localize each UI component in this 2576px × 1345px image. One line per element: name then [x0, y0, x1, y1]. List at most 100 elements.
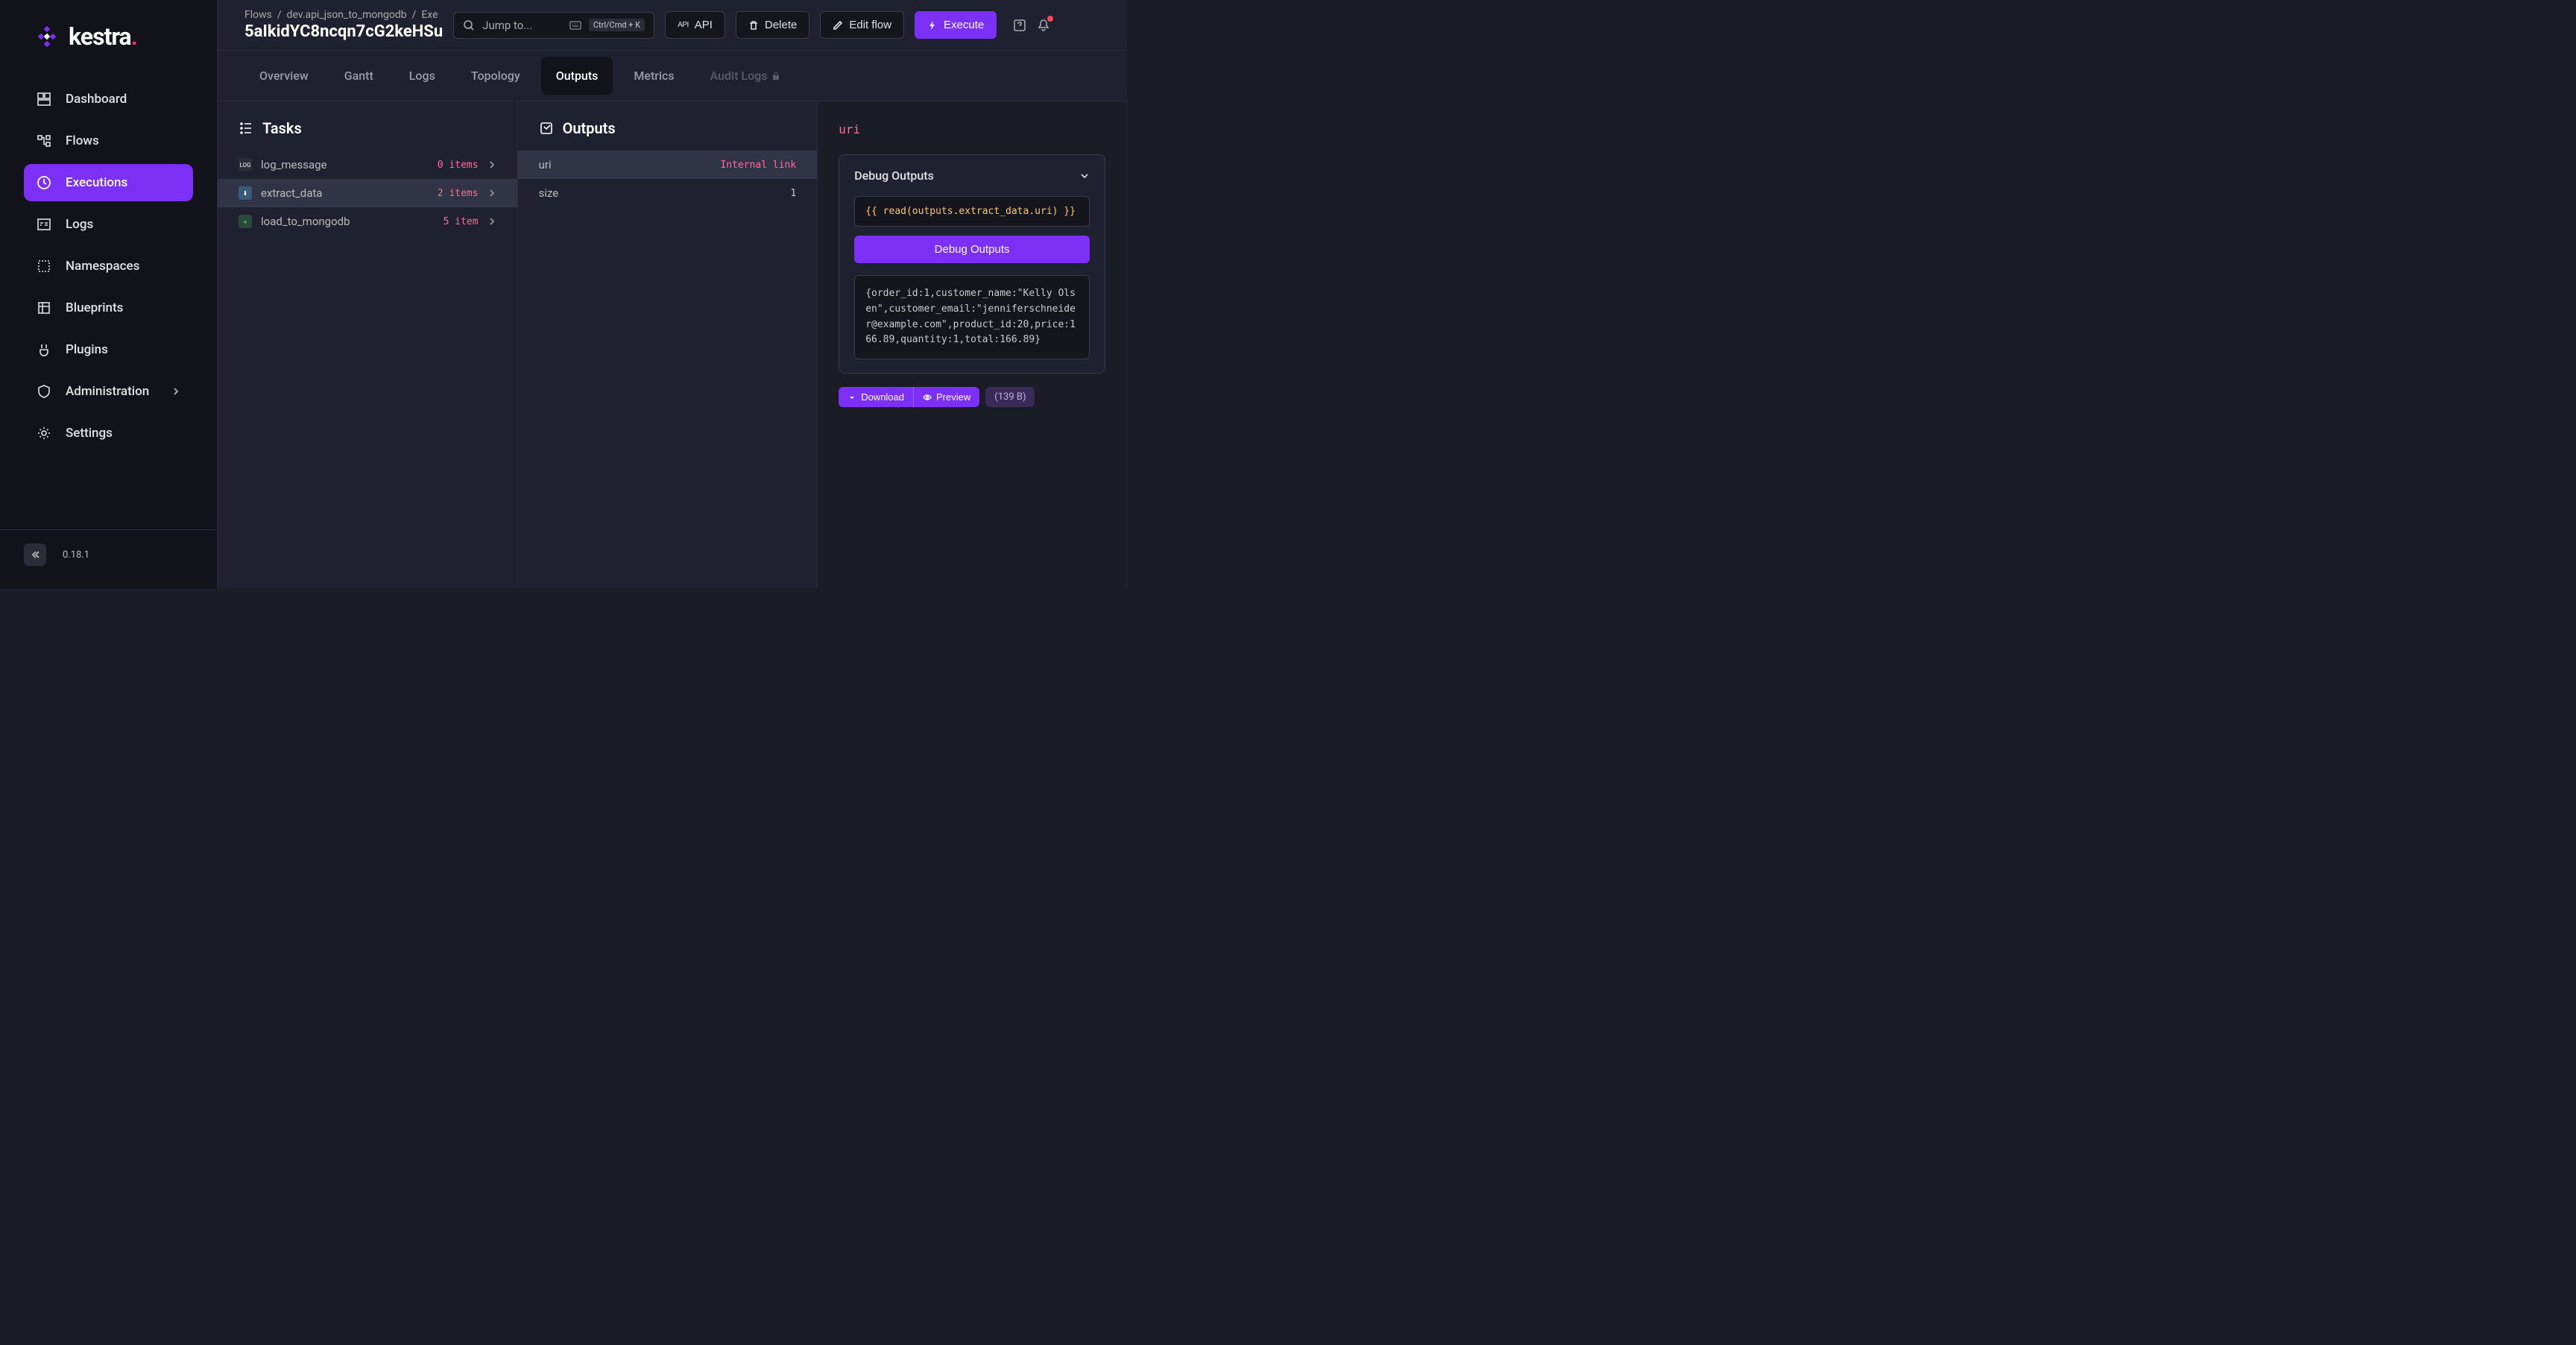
sidebar-item-administration[interactable]: Administration — [24, 373, 193, 410]
sidebar-item-logs[interactable]: Logs — [24, 206, 193, 243]
debug-header[interactable]: Debug Outputs — [854, 168, 1090, 183]
breadcrumb-block: Flows / dev.api_json_to_mongodb / Exe 5a… — [244, 9, 443, 41]
nav-label: Executions — [66, 175, 127, 190]
main: Flows / dev.api_json_to_mongodb / Exe 5a… — [218, 0, 1127, 588]
blueprints-icon — [36, 300, 52, 316]
nav-label: Namespaces — [66, 259, 139, 274]
sidebar-item-flows[interactable]: Flows — [24, 122, 193, 160]
task-type-icon: LOG — [239, 158, 252, 171]
tab-gantt[interactable]: Gantt — [329, 57, 388, 95]
tab-overview[interactable]: Overview — [244, 57, 323, 95]
tasks-header: Tasks — [218, 101, 517, 151]
execute-button[interactable]: Execute — [915, 11, 997, 39]
execution-id: 5aIkidYC8ncqn7cG2keHSu — [244, 22, 443, 41]
output-value: Internal link — [720, 160, 796, 171]
tabs: Overview Gantt Logs Topology Outputs Met… — [218, 51, 1127, 101]
edit-flow-button[interactable]: Edit flow — [820, 11, 904, 39]
task-badge: 2 items — [438, 188, 479, 199]
help-button[interactable] — [1011, 17, 1028, 34]
tab-logs[interactable]: Logs — [394, 57, 450, 95]
debug-card: Debug Outputs {{ read(outputs.extract_da… — [839, 154, 1105, 374]
body-panes: Tasks LOG log_message 0 items ⬇ extract_… — [218, 101, 1127, 588]
tab-metrics[interactable]: Metrics — [619, 57, 689, 95]
sidebar-item-executions[interactable]: Executions — [24, 164, 193, 201]
sidebar: kestra. Dashboard Flows Executions Logs … — [0, 0, 218, 588]
logo-text: kestra. — [69, 22, 137, 51]
chevron-right-icon — [171, 386, 181, 397]
output-row-size[interactable]: size 1 — [518, 179, 818, 207]
pencil-icon — [833, 20, 843, 31]
nav-label: Flows — [66, 133, 99, 148]
nav-label: Logs — [66, 217, 93, 232]
settings-icon — [36, 425, 52, 441]
task-badge: 5 item — [443, 216, 479, 227]
task-badge: 0 items — [438, 160, 479, 171]
nav-label: Plugins — [66, 342, 108, 357]
outputs-pane: Outputs uri Internal link size 1 — [518, 101, 818, 588]
output-row-uri[interactable]: uri Internal link — [518, 151, 818, 179]
task-row-load-to-mongodb[interactable]: ● load_to_mongodb 5 item — [218, 207, 517, 236]
notification-badge — [1047, 16, 1053, 22]
search-icon — [463, 19, 475, 31]
debug-outputs-button[interactable]: Debug Outputs — [854, 236, 1090, 263]
preview-button[interactable]: Preview — [914, 387, 979, 407]
detail-pane: uri Debug Outputs {{ read(outputs.extrac… — [818, 101, 1127, 588]
logo[interactable]: kestra. — [0, 0, 217, 73]
sidebar-item-blueprints[interactable]: Blueprints — [24, 289, 193, 327]
nav-label: Dashboard — [66, 92, 127, 107]
nav-label: Administration — [66, 384, 149, 399]
task-row-extract-data[interactable]: ⬇ extract_data 2 items — [218, 179, 517, 207]
chevron-down-icon — [1079, 171, 1090, 181]
download-icon — [847, 393, 856, 402]
outputs-icon — [539, 121, 554, 136]
outputs-header: Outputs — [518, 101, 818, 151]
debug-result: {order_id:1,customer_name:"Kelly Olsen",… — [854, 275, 1090, 359]
logs-icon — [36, 216, 52, 233]
collapse-sidebar-button[interactable] — [24, 544, 46, 566]
chevron-right-icon — [487, 189, 496, 198]
output-value: 1 — [790, 188, 796, 199]
search-placeholder: Jump to... — [482, 19, 562, 32]
flows-icon — [36, 133, 52, 149]
tab-topology[interactable]: Topology — [456, 57, 535, 95]
chevron-right-icon — [487, 160, 496, 169]
api-button[interactable]: API API — [665, 11, 725, 39]
admin-icon — [36, 383, 52, 400]
chevron-right-icon — [487, 217, 496, 226]
task-row-log-message[interactable]: LOG log_message 0 items — [218, 151, 517, 179]
expression-input[interactable]: {{ read(outputs.extract_data.uri) }} — [854, 196, 1090, 227]
sidebar-item-dashboard[interactable]: Dashboard — [24, 81, 193, 118]
topbar: Flows / dev.api_json_to_mongodb / Exe 5a… — [218, 0, 1127, 51]
tab-outputs[interactable]: Outputs — [541, 57, 613, 95]
size-tag: (139 B) — [985, 387, 1035, 407]
task-type-icon: ⬇ — [239, 186, 252, 200]
api-icon: API — [678, 21, 689, 29]
search-shortcut: Ctrl/Cmd + K — [589, 19, 645, 31]
lock-icon — [771, 72, 780, 81]
sidebar-item-settings[interactable]: Settings — [24, 415, 193, 452]
sidebar-item-plugins[interactable]: Plugins — [24, 331, 193, 368]
delete-button[interactable]: Delete — [736, 11, 809, 39]
nav: Dashboard Flows Executions Logs Namespac… — [0, 73, 217, 529]
tab-audit-logs: Audit Logs — [695, 57, 796, 95]
keyboard-icon — [569, 21, 581, 30]
task-type-icon: ● — [239, 215, 252, 228]
output-name: uri — [539, 158, 712, 171]
sidebar-item-namespaces[interactable]: Namespaces — [24, 248, 193, 285]
nav-label: Blueprints — [66, 300, 123, 315]
plugins-icon — [36, 341, 52, 358]
nav-label: Settings — [66, 426, 113, 441]
notifications-button[interactable] — [1035, 17, 1052, 34]
dashboard-icon — [36, 91, 52, 107]
task-name: extract_data — [261, 186, 429, 200]
download-button[interactable]: Download — [839, 387, 914, 407]
logo-icon — [36, 25, 58, 48]
search-input[interactable]: Jump to... Ctrl/Cmd + K — [453, 12, 654, 39]
tasks-icon — [239, 121, 253, 136]
executions-icon — [36, 174, 52, 191]
output-name: size — [539, 186, 782, 200]
bolt-icon — [927, 20, 938, 31]
task-name: log_message — [261, 158, 429, 171]
breadcrumb[interactable]: Flows / dev.api_json_to_mongodb / Exe — [244, 9, 443, 21]
detail-actions: Download Preview (139 B) — [839, 387, 1105, 407]
